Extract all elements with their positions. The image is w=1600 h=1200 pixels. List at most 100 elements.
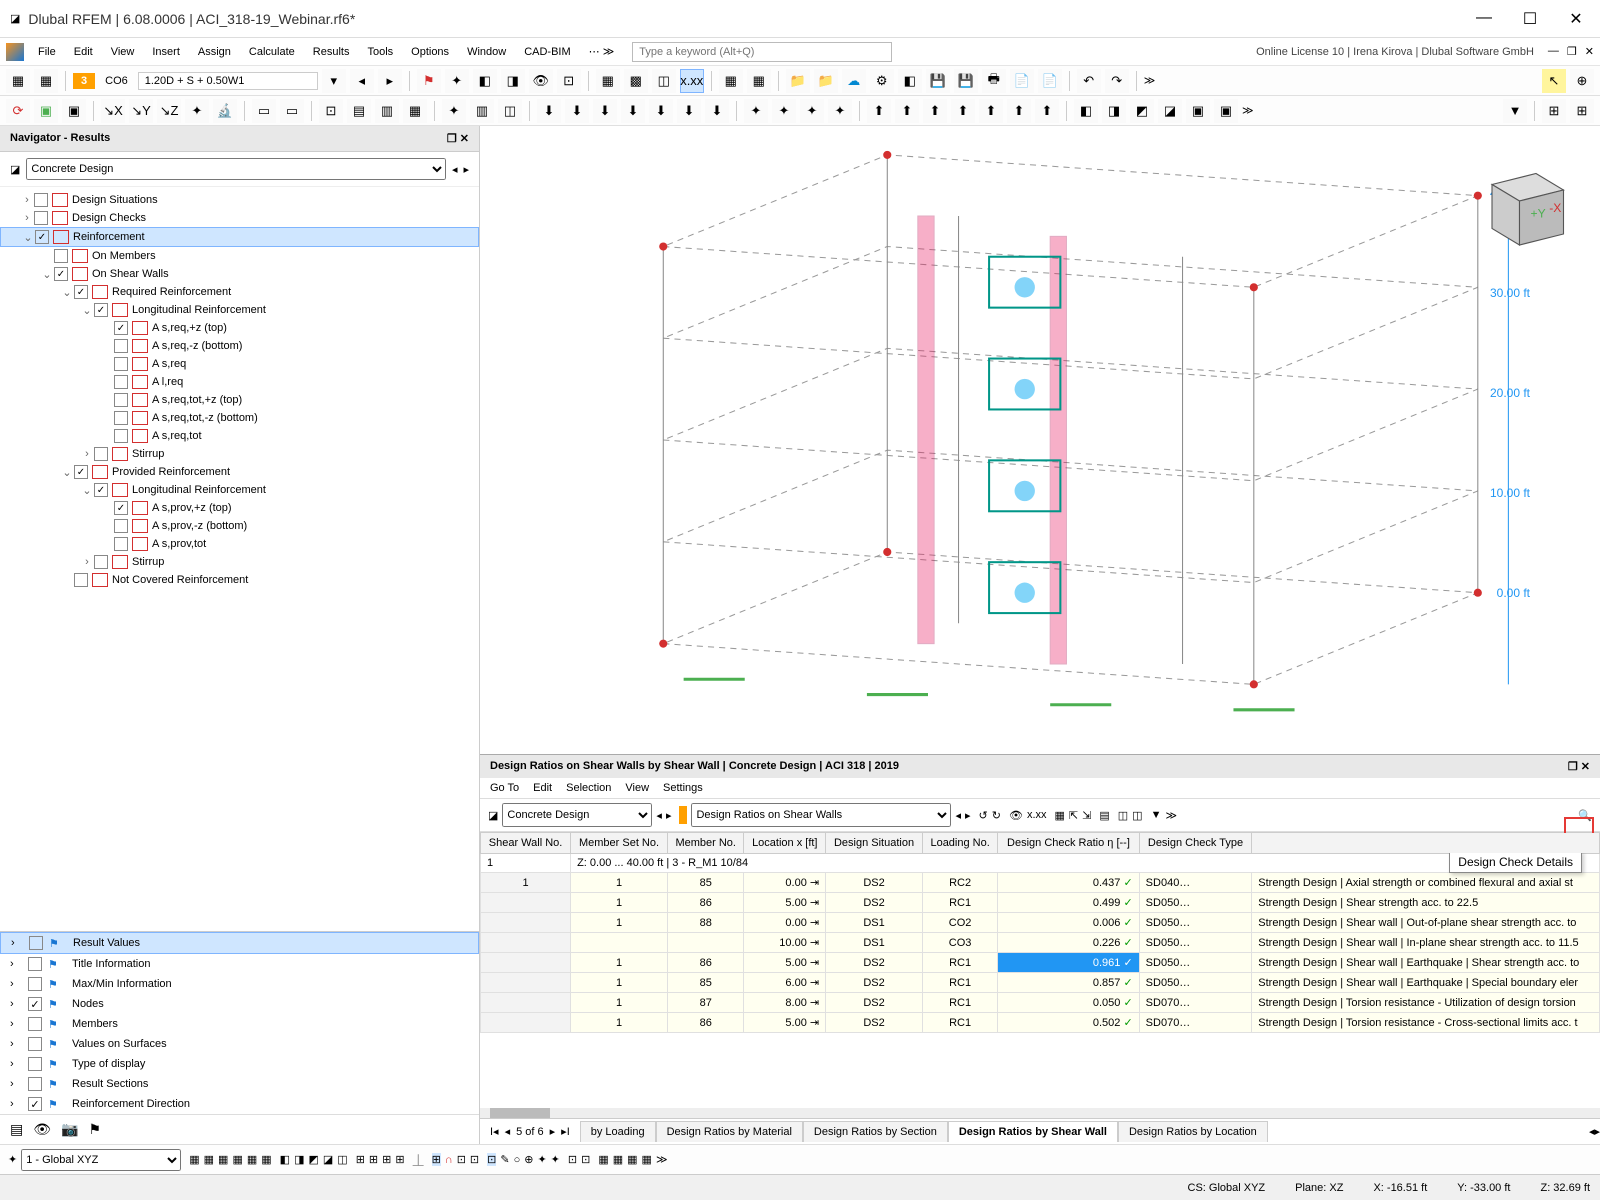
table-row[interactable]: 1878.00 ⇥DS2RC10.050 ✓SD070…Strength Des… <box>481 993 1600 1013</box>
tool-icon[interactable]: ◪ <box>323 1153 333 1166</box>
grid-icon[interactable]: ⊞ <box>432 1153 441 1166</box>
tool-icon[interactable]: ⬆ <box>923 99 947 123</box>
tool-icon[interactable]: ⊡ <box>319 99 343 123</box>
prev-icon[interactable]: ◂ <box>955 809 961 822</box>
menu-more[interactable]: ⋯ ≫ <box>581 41 623 62</box>
save-icon[interactable]: 💾 <box>926 69 950 93</box>
col-header[interactable]: Location x [ft] <box>744 833 826 854</box>
bottom-item[interactable]: ›✓⚑Nodes <box>0 994 479 1014</box>
tree-item[interactable]: A s,req,tot <box>0 427 479 445</box>
undo-icon[interactable]: ↶ <box>1077 69 1101 93</box>
tool-icon[interactable]: ⬆ <box>1007 99 1031 123</box>
tool-open-icon[interactable]: ▦ <box>34 69 58 93</box>
tool-icon[interactable]: ⬆ <box>895 99 919 123</box>
bottom-item[interactable]: ›⚑Values on Surfaces <box>0 1034 479 1054</box>
sub-minimize-icon[interactable]: — <box>1548 45 1559 58</box>
tree-item[interactable]: A s,prov,+z (top) <box>0 499 479 517</box>
tool-icon[interactable]: ▦ <box>247 1153 257 1166</box>
tool-icon[interactable]: ▦ <box>613 1153 623 1166</box>
panel-close-icon[interactable]: ✕ <box>460 133 469 145</box>
menu-file[interactable]: File <box>30 42 64 62</box>
tool-icon[interactable]: ⊡ <box>457 1153 466 1166</box>
tree-item[interactable]: A s,prov,tot <box>0 535 479 553</box>
tool-icon[interactable]: ↺ <box>979 809 988 822</box>
tree-item[interactable]: Not Covered Reinforcement <box>0 571 479 589</box>
combo-next-icon[interactable]: ▸ <box>378 69 402 93</box>
tool-icon[interactable]: ⊞ <box>382 1153 391 1166</box>
tree-item[interactable]: A s,req,-z (bottom) <box>0 337 479 355</box>
tool-icon[interactable]: ◧ <box>473 69 497 93</box>
tool-icon[interactable]: ○ <box>514 1154 521 1166</box>
toolbar-more-icon[interactable]: ≫ <box>1144 74 1156 87</box>
tool-icon[interactable]: ✦ <box>828 99 852 123</box>
tool-icon[interactable]: ▦ <box>189 1153 199 1166</box>
combo-description[interactable]: 1.20D + S + 0.50W1 <box>138 72 318 90</box>
panel-restore-icon[interactable]: ❐ <box>447 133 457 145</box>
col-header[interactable]: Design Check Type <box>1139 833 1252 854</box>
navigator-bottom-list[interactable]: ›⚑Result Values›⚑Title Information›⚑Max/… <box>0 931 479 1114</box>
tool-icon[interactable]: ◨ <box>294 1153 304 1166</box>
tool-icon[interactable]: ⬆ <box>867 99 891 123</box>
bottom-item[interactable]: ›⚑Result Sections <box>0 1074 479 1094</box>
tool-icon[interactable]: ⬇ <box>677 99 701 123</box>
tool-icon[interactable]: ⬇ <box>621 99 645 123</box>
tool-icon[interactable]: ▦ <box>232 1153 242 1166</box>
tool-icon[interactable]: ▦ <box>719 69 743 93</box>
tree-item[interactable]: ›Stirrup <box>0 445 479 463</box>
col-header[interactable]: Member No. <box>667 833 744 854</box>
tool-icon[interactable]: ⬇ <box>705 99 729 123</box>
col-header[interactable]: Member Set No. <box>571 833 668 854</box>
tool-icon[interactable]: ▦ <box>642 1153 652 1166</box>
cloud-icon[interactable]: ☁ <box>842 69 866 93</box>
tool-icon[interactable]: ✦ <box>772 99 796 123</box>
col-header[interactable]: Design Check Ratio η [--] <box>998 833 1139 854</box>
tool-icon[interactable]: ✎ <box>500 1153 509 1166</box>
results-table[interactable]: Shear Wall No.Member Set No.Member No.Lo… <box>480 832 1600 1108</box>
rmenu-selection[interactable]: Selection <box>566 782 611 794</box>
bottom-item[interactable]: ›⚑Result Values <box>0 932 479 954</box>
eye-icon[interactable]: 👁 <box>1009 809 1023 822</box>
tool-icon[interactable]: ▭ <box>252 99 276 123</box>
prev-icon[interactable]: ◂ <box>656 809 662 822</box>
tree-item[interactable]: A s,req,+z (top) <box>0 319 479 337</box>
cube-icon[interactable]: ▣ <box>34 99 58 123</box>
coordsys-dropdown[interactable]: 1 - Global XYZ <box>21 1149 181 1171</box>
menu-options[interactable]: Options <box>403 42 457 62</box>
tool-icon[interactable]: ▤ <box>347 99 371 123</box>
tool-icon[interactable]: ⊡ <box>470 1153 479 1166</box>
tool-icon[interactable]: ⬇ <box>593 99 617 123</box>
tool-icon[interactable]: ✦ <box>551 1153 560 1166</box>
tabs-next-icon[interactable]: ▸ <box>1594 1125 1600 1138</box>
tool-icon[interactable]: ▦ <box>218 1153 228 1166</box>
tool-icon[interactable]: ▦ <box>747 69 771 93</box>
nav-tab-icon[interactable]: ▤ <box>10 1121 23 1138</box>
tool-icon[interactable]: ⊕ <box>524 1153 533 1166</box>
tool-icon[interactable]: ↻ <box>992 809 1001 822</box>
table-row[interactable]: 1865.00 ⇥DS2RC10.499 ✓SD050…Strength Des… <box>481 893 1600 913</box>
tool-icon[interactable]: ⊡ <box>568 1153 577 1166</box>
combo-prev-icon[interactable]: ◂ <box>350 69 374 93</box>
tool-icon[interactable]: ◫ <box>337 1153 347 1166</box>
prev-icon[interactable]: ◂ <box>452 163 458 176</box>
tool-icon[interactable]: ⬇ <box>649 99 673 123</box>
tree-item[interactable]: ›Design Checks <box>0 209 479 227</box>
tool-icon[interactable]: ▤ <box>1099 809 1109 822</box>
tool-icon[interactable]: ✦ <box>744 99 768 123</box>
tool-icon[interactable]: ⊡ <box>581 1153 590 1166</box>
flag-red-icon[interactable]: ⚑ <box>417 69 441 93</box>
col-header[interactable] <box>1252 833 1600 854</box>
grid-icon[interactable]: ⊞ <box>1570 99 1594 123</box>
bottom-item[interactable]: ›⚑Members <box>0 1014 479 1034</box>
xxx-icon[interactable]: x.xx <box>1027 809 1047 821</box>
eye-icon[interactable]: 👁 <box>529 69 553 93</box>
tool-icon[interactable]: ▭ <box>280 99 304 123</box>
microscope-icon[interactable]: 🔬 <box>213 99 237 123</box>
tool-icon[interactable]: ⬆ <box>979 99 1003 123</box>
tree-item[interactable]: A s,req,tot,-z (bottom) <box>0 409 479 427</box>
tool-icon[interactable]: ▥ <box>470 99 494 123</box>
tree-item[interactable]: A l,req <box>0 373 479 391</box>
tool-icon[interactable]: ⬆ <box>951 99 975 123</box>
table-row[interactable]: 1865.00 ⇥DS2RC10.961 ✓SD050…Strength Des… <box>481 953 1600 973</box>
tree-item[interactable]: ⌄Longitudinal Reinforcement <box>0 481 479 499</box>
menu-edit[interactable]: Edit <box>66 42 101 62</box>
